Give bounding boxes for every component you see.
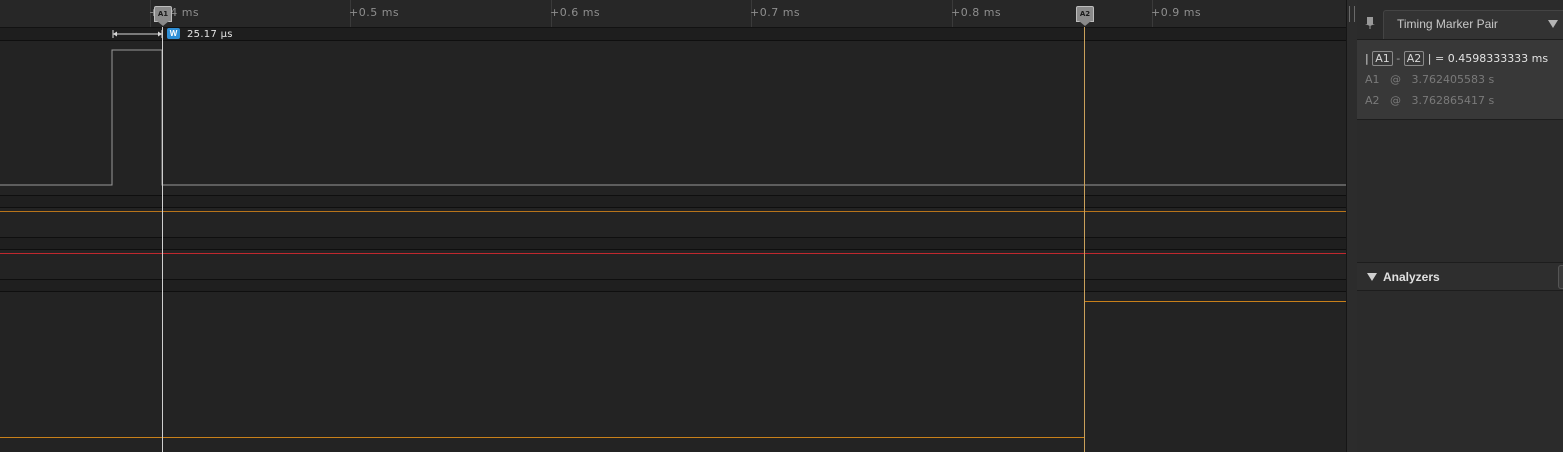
timing-marker-title: Timing Marker Pair bbox=[1397, 17, 1498, 31]
marker-a2-chip[interactable]: A2 bbox=[1403, 51, 1425, 66]
waveform-traces[interactable] bbox=[0, 0, 1346, 452]
channel-0-trace bbox=[0, 49, 1346, 186]
marker-a1-name: A1 bbox=[1365, 73, 1380, 86]
marker-a2-time: 3.762865417 s bbox=[1411, 94, 1495, 107]
marker-a1-time: 3.762405583 s bbox=[1411, 73, 1495, 86]
abs-bar-right: | bbox=[1427, 52, 1432, 65]
triangle-down-icon[interactable] bbox=[1547, 19, 1559, 29]
marker-a2-flag[interactable]: A2 bbox=[1076, 6, 1094, 26]
at-sign: @ bbox=[1390, 73, 1402, 86]
timing-marker-details: | A1 - A2 | = 0.4598333333 ms A1 @ 3.762… bbox=[1357, 39, 1563, 120]
triangle-down-icon[interactable] bbox=[1366, 272, 1378, 282]
splitter-grip[interactable] bbox=[1349, 6, 1355, 22]
minus-sign: - bbox=[1396, 52, 1401, 65]
at-sign: @ bbox=[1390, 94, 1402, 107]
waveform-area[interactable]: +0.4 ms +0.5 ms +0.6 ms +0.7 ms +0.8 ms … bbox=[0, 0, 1346, 452]
channel-3-trace bbox=[0, 301, 1346, 438]
marker-a1-flag[interactable]: A1 bbox=[154, 6, 172, 26]
marker-a2-row: A2 @ 3.762865417 s bbox=[1365, 94, 1494, 107]
marker-a1-row: A1 @ 3.762405583 s bbox=[1365, 73, 1494, 86]
equals-sign: = bbox=[1434, 52, 1445, 65]
add-analyzer-button[interactable] bbox=[1558, 265, 1563, 289]
marker-a2-name: A2 bbox=[1365, 94, 1380, 107]
analyzers-header[interactable]: Analyzers bbox=[1357, 262, 1563, 291]
abs-bar-left: | bbox=[1365, 52, 1369, 65]
marker-a1-chip[interactable]: A1 bbox=[1372, 51, 1393, 66]
timing-marker-header: Timing Marker Pair bbox=[1357, 10, 1563, 39]
marker-a1-line[interactable] bbox=[162, 27, 163, 452]
side-panel: Timing Marker Pair | A1 - A2 | = 0.45983… bbox=[1357, 0, 1563, 452]
marker-difference-value: 0.4598333333 ms bbox=[1447, 52, 1549, 65]
pin-icon[interactable] bbox=[1364, 16, 1376, 30]
marker-a2-line[interactable] bbox=[1084, 27, 1085, 452]
analyzers-title: Analyzers bbox=[1383, 270, 1440, 284]
marker-difference-line: | A1 - A2 | = 0.4598333333 ms bbox=[1365, 51, 1548, 66]
